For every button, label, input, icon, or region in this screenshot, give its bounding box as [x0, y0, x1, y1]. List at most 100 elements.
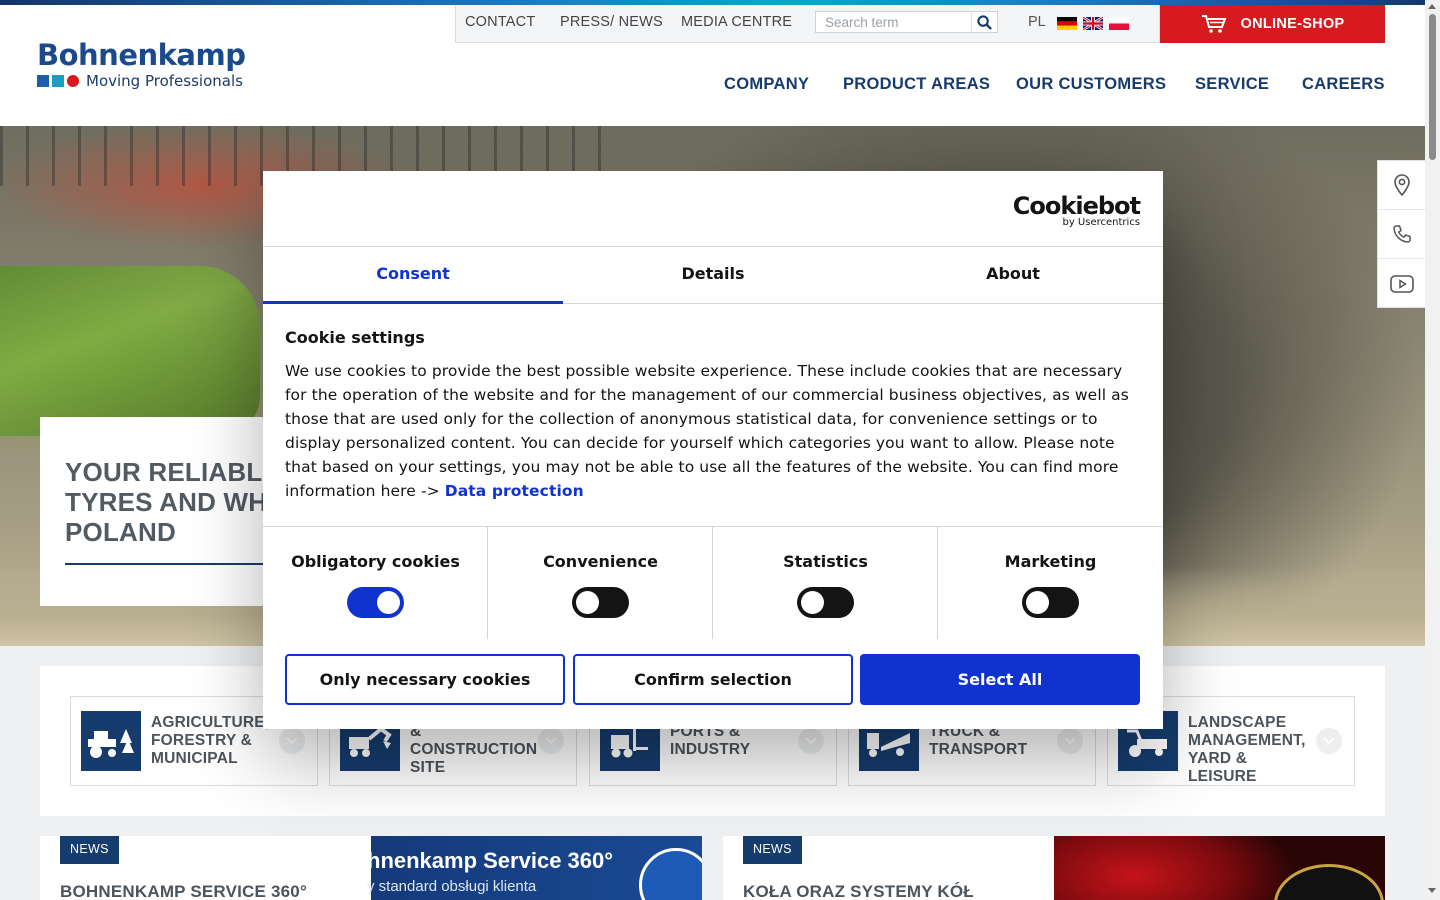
category-title: Statistics	[783, 552, 868, 571]
tab-details[interactable]: Details	[563, 247, 863, 304]
page-scrollbar[interactable]	[1425, 0, 1440, 900]
online-shop-button[interactable]: ONLINE-SHOP	[1160, 5, 1385, 43]
convenience-toggle[interactable]	[572, 587, 629, 618]
shopping-cart-icon	[1201, 15, 1226, 33]
cookie-consent-dialog: Cookiebot by Usercentrics Consent Detail…	[263, 171, 1163, 729]
dialog-header: Cookiebot by Usercentrics	[263, 171, 1163, 247]
select-all-button[interactable]: Select All	[860, 654, 1140, 705]
category-label-line: AGRICULTURE,	[151, 714, 270, 731]
chevron-down-icon	[1323, 737, 1335, 745]
press-news-link[interactable]: PRESS/ NEWS	[560, 14, 663, 30]
scroll-up-arrow-icon[interactable]	[1428, 4, 1436, 9]
nav-careers[interactable]: CAREERS	[1302, 75, 1385, 94]
chevron-down-icon	[1064, 737, 1076, 745]
logo-tagline: Moving Professionals	[86, 72, 243, 90]
category-label-line: INDUSTRY	[670, 741, 751, 758]
scroll-down-arrow-icon[interactable]	[1428, 888, 1436, 893]
news-title[interactable]: KOŁA ORAZ SYSTEMY KÓŁ	[743, 882, 974, 900]
dialog-body: Cookie settings We use cookies to provid…	[285, 328, 1145, 503]
category-convenience: Convenience	[488, 527, 713, 639]
news-image-wheel	[1054, 836, 1385, 900]
nav-our-customers[interactable]: OUR CUSTOMERS	[1016, 75, 1166, 94]
logo-wordmark: Bohnenkamp	[37, 38, 246, 72]
bohnenkamp-logo[interactable]: Bohnenkamp Moving Professionals	[37, 38, 246, 90]
service-360-badge-icon	[639, 848, 702, 900]
search-input[interactable]	[816, 12, 966, 32]
category-label: LANDSCAPE MANAGEMENT, YARD & LEISURE	[1188, 714, 1318, 786]
news-image-service-360: hnenkamp Service 360° y standard obsługi…	[367, 836, 702, 900]
expand-button[interactable]	[279, 728, 305, 754]
logo-square-cyan-icon	[52, 75, 64, 87]
category-label-line: SITE	[410, 759, 446, 776]
media-centre-link[interactable]: MEDIA CENTRE	[681, 14, 792, 30]
category-label-line: FORESTRY &	[151, 732, 253, 749]
youtube-icon	[1389, 274, 1414, 293]
uk-flag-icon[interactable]	[1083, 17, 1103, 30]
location-pin-icon	[1393, 174, 1410, 196]
nav-product-areas[interactable]: PRODUCT AREAS	[843, 75, 990, 94]
category-label-line: YARD & LEISURE	[1188, 750, 1257, 785]
news-image-heading: hnenkamp Service 360°	[367, 848, 614, 873]
utility-bar: CONTACT PRESS/ NEWS MEDIA CENTRE PL	[455, 5, 1160, 43]
toggle-knob	[377, 591, 400, 614]
category-label-line: MANAGEMENT,	[1188, 732, 1306, 749]
search-icon	[977, 14, 992, 30]
chevron-down-icon	[286, 737, 298, 745]
news-card[interactable]: NEWS BOHNENKAMP SERVICE 360° hnenkamp Se…	[40, 836, 702, 900]
news-image-subheading: y standard obsługi klienta	[367, 878, 537, 895]
news-title[interactable]: BOHNENKAMP SERVICE 360°	[60, 882, 307, 900]
polish-flag-icon[interactable]	[1109, 17, 1129, 30]
language-current[interactable]: PL	[1028, 14, 1046, 30]
dialog-tabs: Consent Details About	[263, 247, 1163, 304]
chevron-down-icon	[545, 737, 557, 745]
site-header: Bohnenkamp Moving Professionals CONTACT …	[0, 5, 1425, 126]
location-button[interactable]	[1378, 161, 1425, 210]
cookie-description-text: We use cookies to provide the best possi…	[285, 362, 1129, 500]
news-badge: NEWS	[60, 836, 119, 864]
cookiebot-brand: Cookiebot	[1012, 192, 1141, 220]
category-label: AGRICULTURE, FORESTRY & MUNICIPAL	[151, 714, 281, 768]
tractor-icon	[88, 729, 134, 758]
cookie-description: We use cookies to provide the best possi…	[285, 359, 1145, 503]
expand-button[interactable]	[538, 728, 564, 754]
wheel-emblem-icon	[1274, 864, 1384, 900]
expand-button[interactable]	[1316, 728, 1342, 754]
confirm-selection-button[interactable]: Confirm selection	[573, 654, 853, 705]
youtube-button[interactable]	[1378, 259, 1425, 308]
category-icon-box	[81, 711, 141, 771]
cookie-categories: Obligatory cookies Convenience Statistic…	[263, 526, 1163, 639]
category-title: Marketing	[1004, 552, 1097, 571]
data-protection-link[interactable]: Data protection	[445, 482, 584, 500]
category-title: Obligatory cookies	[291, 552, 460, 571]
contact-link[interactable]: CONTACT	[465, 14, 535, 30]
news-card[interactable]: NEWS KOŁA ORAZ SYSTEMY KÓŁ	[723, 836, 1385, 900]
category-title: Convenience	[543, 552, 658, 571]
marketing-toggle[interactable]	[1022, 587, 1079, 618]
side-quick-links	[1377, 160, 1425, 308]
category-label-line: CONSTRUCTION	[410, 741, 538, 758]
only-necessary-cookies-button[interactable]: Only necessary cookies	[285, 654, 565, 705]
tab-consent[interactable]: Consent	[263, 247, 563, 304]
obligatory-toggle[interactable]	[347, 587, 404, 618]
toggle-knob	[801, 591, 824, 614]
german-flag-icon[interactable]	[1057, 17, 1077, 30]
scrollbar-thumb[interactable]	[1429, 14, 1436, 160]
expand-button[interactable]	[1057, 728, 1083, 754]
nav-company[interactable]: COMPANY	[724, 75, 809, 94]
nav-service[interactable]: SERVICE	[1195, 75, 1269, 94]
toggle-knob	[1026, 591, 1049, 614]
phone-button[interactable]	[1378, 210, 1425, 259]
toggle-knob	[576, 591, 599, 614]
category-label-line: MUNICIPAL	[151, 750, 238, 767]
category-statistics: Statistics	[713, 527, 938, 639]
search-button[interactable]	[971, 12, 997, 32]
expand-button[interactable]	[798, 728, 824, 754]
statistics-toggle[interactable]	[797, 587, 854, 618]
logo-tagline-row: Moving Professionals	[37, 72, 245, 90]
hero-harvester-body	[0, 266, 260, 436]
search-box	[815, 11, 998, 33]
category-marketing: Marketing	[938, 527, 1163, 639]
category-label-line: LANDSCAPE	[1188, 714, 1287, 731]
logo-dot-red-icon	[67, 75, 79, 87]
tab-about[interactable]: About	[863, 247, 1163, 304]
